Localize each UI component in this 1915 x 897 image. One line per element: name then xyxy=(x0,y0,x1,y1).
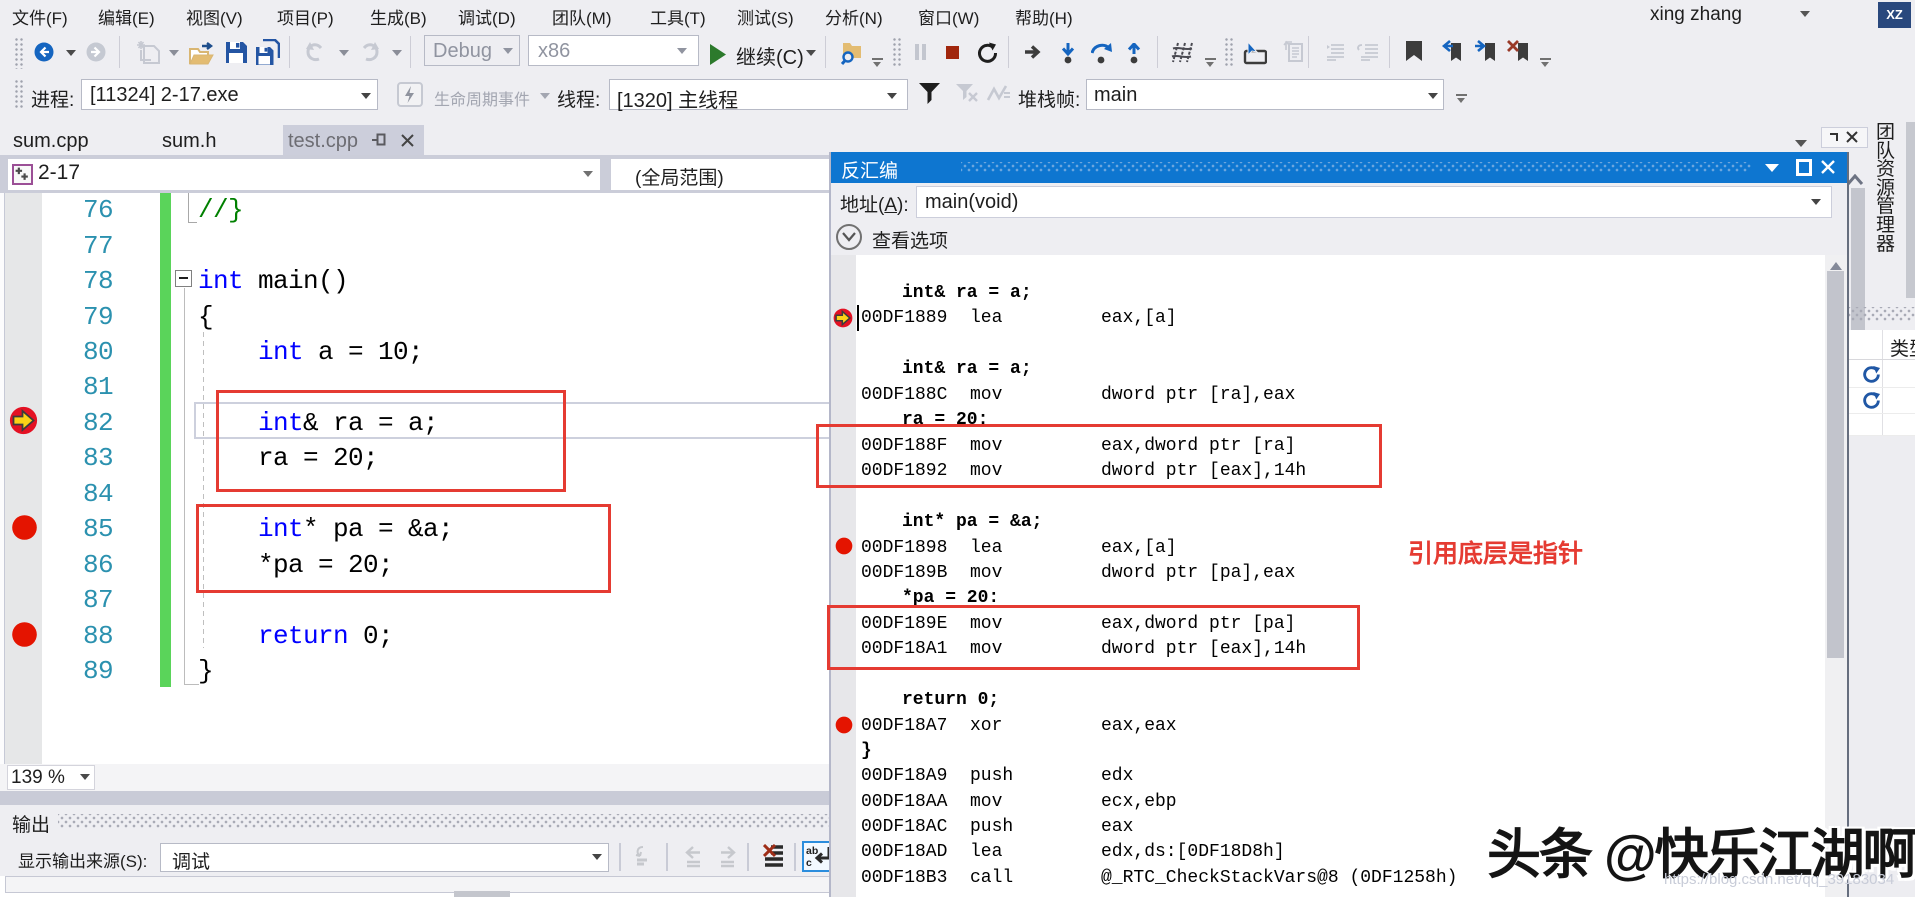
svg-text:ab: ab xyxy=(806,845,818,857)
svg-text:c: c xyxy=(806,857,812,868)
